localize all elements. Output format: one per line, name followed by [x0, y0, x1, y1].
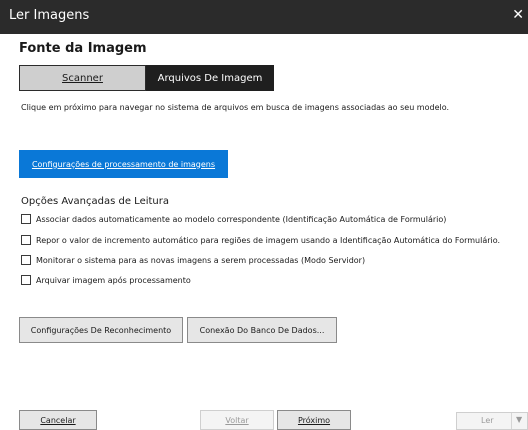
next-button[interactable]: Próximo — [277, 410, 351, 430]
chevron-down-icon[interactable]: ▼ — [516, 415, 522, 424]
tab-scanner[interactable]: Scanner — [19, 65, 146, 91]
checkbox[interactable] — [21, 235, 31, 245]
cancel-button[interactable]: Cancelar — [19, 410, 97, 430]
checkbox[interactable] — [21, 255, 31, 265]
back-label: Voltar — [225, 415, 249, 425]
database-connection-button[interactable]: Conexão Do Banco De Dados... — [187, 317, 337, 343]
image-processing-settings-button[interactable]: Configurações de processamento de imagen… — [19, 150, 228, 178]
tab-image-files-label: Arquivos De Imagem — [157, 72, 263, 84]
option-archive-image[interactable]: Arquivar imagem após processamento — [21, 275, 191, 285]
tab-image-files[interactable]: Arquivos De Imagem — [146, 65, 274, 91]
read-label: Ler — [481, 416, 494, 425]
image-processing-settings-label: Configurações de processamento de imagen… — [31, 159, 216, 169]
database-connection-label: Conexão Do Banco De Dados... — [199, 325, 325, 335]
option-label: Monitorar o sistema para as novas imagen… — [36, 255, 366, 265]
close-icon[interactable]: ✕ — [512, 7, 524, 23]
window-title: Ler Imagens — [9, 8, 90, 23]
option-auto-associate[interactable]: Associar dados automaticamente ao modelo… — [21, 214, 446, 224]
read-split-button[interactable]: Ler ▼ — [456, 412, 528, 430]
tab-scanner-label: Scanner — [62, 72, 103, 84]
option-reset-increment[interactable]: Repor o valor de incremento automático p… — [21, 235, 500, 245]
option-label: Repor o valor de incremento automático p… — [36, 235, 501, 245]
cancel-label: Cancelar — [40, 415, 76, 425]
advanced-options-title: Opções Avançadas de Leitura — [21, 196, 170, 207]
recognition-settings-button[interactable]: Configurações De Reconhecimento — [19, 317, 183, 343]
checkbox[interactable] — [21, 275, 31, 285]
option-label: Arquivar imagem após processamento — [36, 275, 191, 285]
image-source-heading: Fonte da Imagem — [19, 41, 147, 56]
next-label: Próximo — [297, 415, 331, 425]
option-server-mode[interactable]: Monitorar o sistema para as novas imagen… — [21, 255, 365, 265]
recognition-settings-label: Configurações De Reconhecimento — [30, 325, 172, 335]
source-description: Clique em próximo para navegar no sistem… — [21, 103, 450, 112]
option-label: Associar dados automaticamente ao modelo… — [36, 214, 447, 224]
back-button[interactable]: Voltar — [200, 410, 274, 430]
split-divider — [511, 413, 512, 429]
title-bar: Ler Imagens ✕ — [0, 0, 528, 34]
checkbox[interactable] — [21, 214, 31, 224]
